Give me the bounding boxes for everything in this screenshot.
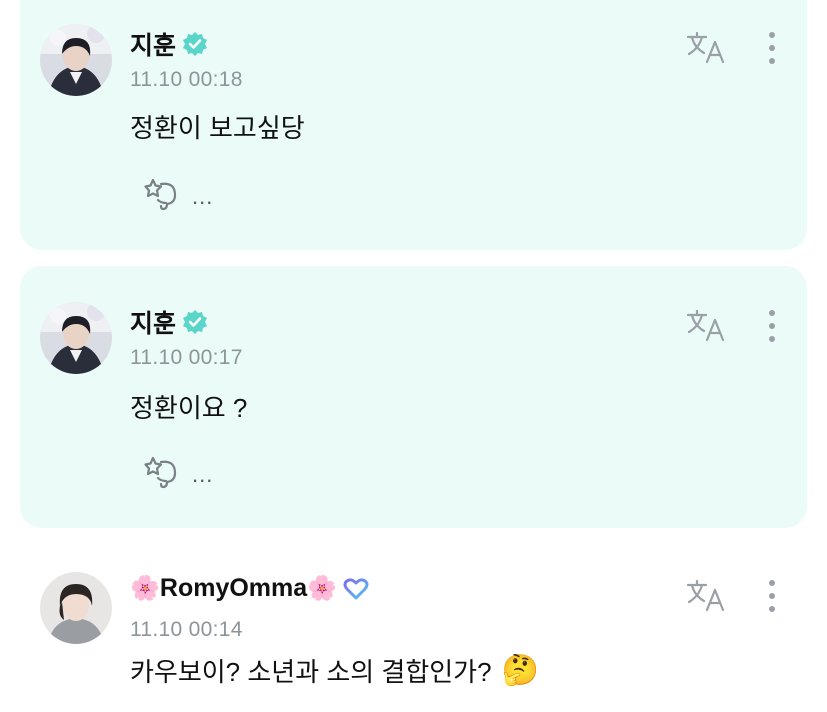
post-message: 정환이 보고싶당 xyxy=(130,108,305,145)
translate-icon[interactable] xyxy=(686,579,726,613)
avatar[interactable] xyxy=(40,302,112,374)
more-options-icon[interactable] xyxy=(762,30,782,66)
translate-icon[interactable] xyxy=(686,309,726,343)
avatar[interactable] xyxy=(40,572,112,644)
author-name-text: RomyOmma xyxy=(159,574,308,602)
cherry-blossom-icon: 🌸 xyxy=(130,575,160,602)
post-message: 카우보이? 소년과 소의 결합인가? 🤔 xyxy=(130,652,539,689)
post-timestamp: 11.10 00:14 xyxy=(130,618,243,641)
post-timestamp: 11.10 00:18 xyxy=(130,68,243,91)
more-options-icon[interactable] xyxy=(762,578,782,614)
reaction-more[interactable]: ... xyxy=(192,184,213,210)
verified-badge-icon xyxy=(182,31,208,57)
add-reaction-icon[interactable] xyxy=(144,176,180,212)
translate-icon[interactable] xyxy=(686,31,726,65)
post-message-text: 정환이요 ? xyxy=(130,393,248,423)
more-options-icon[interactable] xyxy=(762,308,782,344)
avatar[interactable] xyxy=(40,24,112,96)
post-message: 정환이요 ? xyxy=(130,388,247,425)
add-reaction-icon[interactable] xyxy=(144,454,180,490)
heart-outline-icon xyxy=(343,577,369,601)
author-name[interactable]: 지훈 xyxy=(130,304,208,340)
author-name-text: 지훈 xyxy=(130,310,177,338)
author-name[interactable]: 🌸 RomyOmma 🌸 xyxy=(130,574,369,603)
author-name[interactable]: 지훈 xyxy=(130,26,208,62)
cherry-blossom-icon: 🌸 xyxy=(307,575,338,602)
author-name-text: 지훈 xyxy=(130,32,177,60)
verified-badge-icon xyxy=(182,309,208,335)
post-message-text: 정환이 보고싶당 xyxy=(130,113,305,143)
thinking-face-icon: 🤔 xyxy=(501,654,539,687)
reaction-more[interactable]: ... xyxy=(192,462,213,488)
post-timestamp: 11.10 00:17 xyxy=(130,346,243,369)
post-message-text: 카우보이? 소년과 소의 결합인가? xyxy=(130,657,492,687)
